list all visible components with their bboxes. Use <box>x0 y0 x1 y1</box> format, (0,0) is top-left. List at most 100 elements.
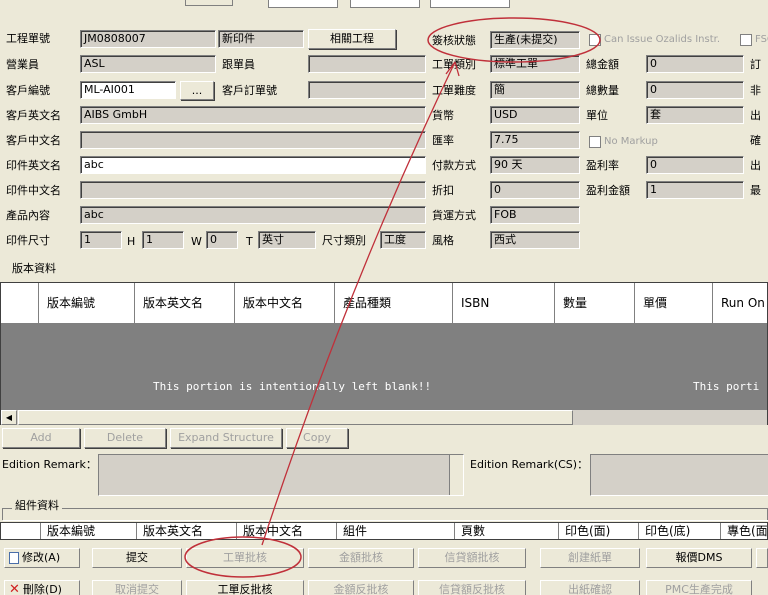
comp-col-component[interactable]: 組件 <box>337 523 455 539</box>
top-cut-button-1[interactable] <box>185 0 233 6</box>
pmc-done-button[interactable]: PMC生產完成 <box>646 580 752 595</box>
delete-button[interactable]: ✕ 刪除(D) <box>4 580 80 595</box>
edition-blank-area: This portion is intentionally left blank… <box>1 323 767 409</box>
job-unapprove-button[interactable]: 工單反批核 <box>186 580 304 595</box>
amount-unapprove-button[interactable]: 金額反批核 <box>308 580 414 595</box>
can-issue-label: Can Issue Ozalids Instr. <box>604 34 720 45</box>
customer-cn-field[interactable] <box>80 131 426 149</box>
comp-col-selector[interactable] <box>1 523 41 539</box>
flow-status-label: 簽核狀態 <box>432 34 476 47</box>
product-content-field[interactable]: abc <box>80 206 426 224</box>
job-type-label: 工單類別 <box>432 58 476 71</box>
edition-remark-label: Edition Remark： <box>2 458 97 471</box>
edition-grid-header: 版本編號 版本英文名 版本中文名 產品種類 ISBN 數量 單價 Run On <box>1 283 767 323</box>
edition-col-isbn[interactable]: ISBN <box>453 283 555 323</box>
total-amount-label: 總金額 <box>586 58 619 71</box>
style-field[interactable]: 西式 <box>490 231 580 249</box>
right-cut-label-3: 出 <box>750 109 761 122</box>
modify-label: 修改(A) <box>22 551 61 564</box>
shipping-label: 貨運方式 <box>432 209 476 222</box>
cancel-submit-button[interactable]: 取消提交 <box>92 580 182 595</box>
comp-col-edition-cn[interactable]: 版本中文名 <box>237 523 337 539</box>
difficulty-field[interactable]: 簡 <box>490 81 580 99</box>
customer-code-label: 客戶編號 <box>6 84 50 97</box>
remark-scrollbar[interactable] <box>449 455 463 495</box>
scroll-left-arrow[interactable]: ◀ <box>1 410 17 425</box>
submit-button[interactable]: 提交 <box>92 548 182 568</box>
amount-approve-button[interactable]: 金額批核 <box>308 548 414 568</box>
profit-rate-label: 盈利率 <box>586 159 619 172</box>
create-paper-button[interactable]: 創建紙單 <box>540 548 640 568</box>
quote-dms-button[interactable]: 報價DMS <box>646 548 752 568</box>
total-qty-label: 總數量 <box>586 84 619 97</box>
comp-col-edition-no[interactable]: 版本編號 <box>41 523 137 539</box>
follower-field[interactable] <box>308 55 426 73</box>
edition-grid[interactable]: 版本編號 版本英文名 版本中文名 產品種類 ISBN 數量 單價 Run On … <box>0 282 768 425</box>
job-type-field[interactable]: 標準工單 <box>490 55 580 73</box>
exchange-rate-label: 匯率 <box>432 134 454 147</box>
toolbar-cut-button[interactable] <box>756 548 768 568</box>
size-h-field[interactable]: 1 <box>142 231 184 249</box>
top-cut-button-2[interactable] <box>268 0 338 8</box>
comp-col-color-front[interactable]: 印色(面) <box>559 523 639 539</box>
modify-button[interactable]: 修改(A) <box>4 548 80 568</box>
credit-approve-button[interactable]: 信貸額批核 <box>418 548 526 568</box>
job-no-label: 工程單號 <box>6 32 50 45</box>
scroll-thumb[interactable] <box>18 410 573 425</box>
fsc-label: FSC <box>755 34 768 45</box>
size-unit-field[interactable]: 英寸 <box>258 231 316 249</box>
edition-col-edition-cn[interactable]: 版本中文名 <box>235 283 335 323</box>
currency-field[interactable]: USD <box>490 106 580 124</box>
component-group <box>2 508 768 520</box>
customer-po-field[interactable] <box>308 81 426 99</box>
copy-button[interactable]: Copy <box>286 428 348 448</box>
size-w-field[interactable]: 0 <box>206 231 238 249</box>
related-job-button[interactable]: 相關工程 <box>308 29 396 49</box>
unit-field[interactable]: 套 <box>646 106 744 124</box>
edition-col-selector[interactable] <box>1 283 39 323</box>
difficulty-label: 工單難度 <box>432 84 476 97</box>
customer-en-field[interactable]: AIBS GmbH <box>80 106 426 124</box>
fsc-checkbox[interactable] <box>740 34 752 46</box>
top-cut-button-3[interactable] <box>350 0 420 8</box>
exchange-rate-field[interactable]: 7.75 <box>490 131 580 149</box>
add-button[interactable]: Add <box>2 428 80 448</box>
shipping-field[interactable]: FOB <box>490 206 580 224</box>
can-issue-checkbox[interactable] <box>589 34 601 46</box>
edition-remark-cs-label: Edition Remark(CS)： <box>470 458 589 471</box>
size-category-field[interactable]: 工度 <box>380 231 426 249</box>
customer-lookup-button[interactable]: ... <box>180 81 214 100</box>
confirm-button[interactable]: 出紙確認 <box>540 580 640 595</box>
payment-field[interactable]: 90 天 <box>490 156 580 174</box>
document-icon <box>9 552 19 564</box>
job-no-field[interactable]: JM0808007 <box>80 30 216 48</box>
comp-col-color-back[interactable]: 印色(底) <box>639 523 721 539</box>
job-approve-button[interactable]: 工單批核 <box>186 548 304 568</box>
edition-remark-textarea[interactable] <box>98 454 464 496</box>
delete-edition-button[interactable]: Delete <box>84 428 166 448</box>
comp-col-spot-front[interactable]: 專色(面) <box>721 523 768 539</box>
payment-label: 付款方式 <box>432 159 476 172</box>
no-markup-checkbox[interactable] <box>589 136 601 148</box>
edition-col-unit-price[interactable]: 單價 <box>635 283 713 323</box>
credit-unapprove-button[interactable]: 信貸額反批核 <box>418 580 526 595</box>
top-cut-button-4[interactable] <box>430 0 510 8</box>
salesperson-field[interactable]: ASL <box>80 55 216 73</box>
discount-field[interactable]: 0 <box>490 181 580 199</box>
edition-col-quantity[interactable]: 數量 <box>555 283 635 323</box>
customer-en-label: 客戶英文名 <box>6 109 61 122</box>
print-en-field[interactable]: abc <box>80 156 426 174</box>
component-grid-header: 版本編號 版本英文名 版本中文名 組件 頁數 印色(面) 印色(底) 專色(面) <box>0 522 768 540</box>
edition-col-edition-en[interactable]: 版本英文名 <box>135 283 235 323</box>
print-cn-field[interactable] <box>80 181 426 199</box>
expand-structure-button[interactable]: Expand Structure <box>170 428 282 448</box>
edition-col-run-on[interactable]: Run On <box>713 283 768 323</box>
customer-code-field[interactable]: ML-AI001 <box>80 81 176 99</box>
edition-col-edition-no[interactable]: 版本編號 <box>39 283 135 323</box>
comp-col-edition-en[interactable]: 版本英文名 <box>137 523 237 539</box>
size-l-field[interactable]: 1 <box>80 231 122 249</box>
comp-col-pages[interactable]: 頁數 <box>455 523 559 539</box>
edition-col-product-type[interactable]: 產品種類 <box>335 283 453 323</box>
edition-horizontal-scrollbar[interactable]: ◀ <box>1 409 767 425</box>
edition-remark-cs-textarea[interactable] <box>590 454 768 496</box>
